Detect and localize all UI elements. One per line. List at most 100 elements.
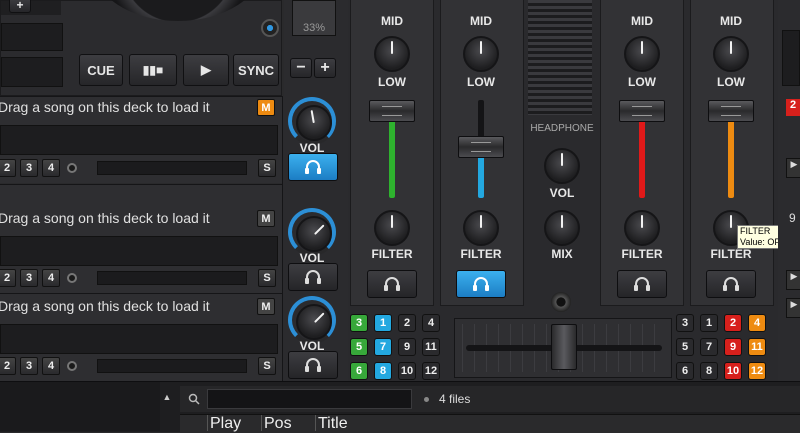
deck-3-cue-dot[interactable] bbox=[67, 361, 77, 371]
ch3-low-knob[interactable] bbox=[624, 36, 660, 72]
right-pad-1-4[interactable]: 4 bbox=[748, 314, 766, 332]
ch4-headphone-button[interactable] bbox=[706, 270, 756, 298]
deck-1-hotcue-3[interactable]: 3 bbox=[20, 159, 38, 177]
deck-2-hotcue-4[interactable]: 4 bbox=[42, 269, 60, 287]
deck-input-2[interactable] bbox=[1, 57, 63, 87]
deck-2-cue-dot[interactable] bbox=[67, 273, 77, 283]
right-edge-play-button[interactable]: ▶ bbox=[786, 158, 800, 178]
right-pad-2-1[interactable]: 5 bbox=[676, 338, 694, 356]
ch2-low-knob[interactable] bbox=[463, 36, 499, 72]
ch2-filter-knob[interactable] bbox=[463, 210, 499, 246]
deck-1-cue-dot[interactable] bbox=[67, 163, 77, 173]
deck-1-s-button[interactable]: S bbox=[258, 159, 276, 177]
deck-2-vol-knob[interactable] bbox=[288, 208, 336, 256]
column-header-pos[interactable]: Pos bbox=[261, 415, 316, 432]
left-pad-3-3[interactable]: 10 bbox=[398, 362, 416, 380]
deck-3-hotcue-3[interactable]: 3 bbox=[20, 357, 38, 375]
right-pad-2-3[interactable]: 9 bbox=[724, 338, 742, 356]
deck-1-vol-knob[interactable] bbox=[288, 97, 336, 145]
deck-2-s-button[interactable]: S bbox=[258, 269, 276, 287]
play-button[interactable]: ▶ bbox=[183, 54, 229, 86]
ch3-fader-handle[interactable] bbox=[619, 100, 665, 122]
ch1-headphone-button[interactable] bbox=[367, 270, 417, 298]
search-icon[interactable] bbox=[188, 392, 200, 405]
deck-2-headphone-button[interactable] bbox=[288, 263, 338, 291]
left-pad-2-3[interactable]: 9 bbox=[398, 338, 416, 356]
ch1-fader-handle[interactable] bbox=[369, 100, 415, 122]
ch1-filter-knob[interactable] bbox=[374, 210, 410, 246]
headphone-mix-knob[interactable] bbox=[544, 210, 580, 246]
deck-1-m-button[interactable]: M bbox=[257, 99, 275, 116]
right-pad-1-1[interactable]: 3 bbox=[676, 314, 694, 332]
right-pad-2-2[interactable]: 7 bbox=[700, 338, 718, 356]
column-header-play[interactable]: Play bbox=[207, 415, 262, 432]
left-pad-1-4[interactable]: 4 bbox=[422, 314, 440, 332]
ch2-fader-handle[interactable] bbox=[458, 136, 504, 158]
left-pad-1-1[interactable]: 3 bbox=[350, 314, 368, 332]
ch1-low-knob[interactable] bbox=[374, 36, 410, 72]
ch4-fader-handle[interactable] bbox=[708, 100, 754, 122]
right-pad-3-1[interactable]: 6 bbox=[676, 362, 694, 380]
deck-2-hotcue-3[interactable]: 3 bbox=[20, 269, 38, 287]
ch2-filter-label: FILTER bbox=[460, 247, 502, 261]
deck-3-waveform[interactable] bbox=[0, 324, 278, 354]
deck-1-waveform[interactable] bbox=[0, 125, 278, 155]
ch3-headphone-button[interactable] bbox=[617, 270, 667, 298]
deck-1-hotcue-4[interactable]: 4 bbox=[42, 159, 60, 177]
left-pad-3-4[interactable]: 12 bbox=[422, 362, 440, 380]
deck-1-seek-bar[interactable] bbox=[97, 161, 247, 175]
deck-1-headphone-button[interactable] bbox=[288, 153, 338, 181]
deck-3-hotcue-2[interactable]: 2 bbox=[0, 357, 16, 375]
scroll-up-icon[interactable]: ▲ bbox=[160, 392, 174, 404]
left-pad-3-1[interactable]: 6 bbox=[350, 362, 368, 380]
ch2-fader-level bbox=[478, 155, 484, 198]
deck-3-seek-bar[interactable] bbox=[97, 359, 247, 373]
sync-button[interactable]: SYNC bbox=[233, 54, 279, 86]
deck-2-waveform[interactable] bbox=[0, 236, 278, 266]
ch4-mid-label: MID bbox=[720, 14, 742, 28]
pitch-plus-button[interactable]: + bbox=[314, 58, 336, 78]
deck-2-seek-bar[interactable] bbox=[97, 271, 247, 285]
right-pad-3-2[interactable]: 8 bbox=[700, 362, 718, 380]
right-edge-play-button-3[interactable]: ▶ bbox=[786, 298, 800, 318]
add-button[interactable]: + bbox=[9, 0, 31, 13]
cue-button[interactable]: CUE bbox=[79, 54, 123, 86]
right-pad-3-4[interactable]: 12 bbox=[748, 362, 766, 380]
headphone-vol-label: VOL bbox=[549, 186, 575, 200]
column-header-title[interactable]: Title bbox=[315, 415, 518, 432]
ch3-filter-knob[interactable] bbox=[624, 210, 660, 246]
ch2-headphone-button[interactable] bbox=[456, 270, 506, 298]
ch4-low-knob[interactable] bbox=[713, 36, 749, 72]
right-pad-3-3[interactable]: 10 bbox=[724, 362, 742, 380]
left-pad-3-2[interactable]: 8 bbox=[374, 362, 392, 380]
play-pause-button[interactable]: ▮▮■ bbox=[129, 54, 177, 86]
file-count: 4 files bbox=[439, 392, 471, 406]
deck-3-m-button[interactable]: M bbox=[257, 298, 275, 315]
right-edge-tab[interactable]: 2 bbox=[786, 99, 800, 116]
crossfader-handle[interactable] bbox=[551, 324, 577, 370]
left-pad-2-1[interactable]: 5 bbox=[350, 338, 368, 356]
deck-3-vol-knob[interactable] bbox=[288, 296, 336, 344]
deck-2-hotcue-2[interactable]: 2 bbox=[0, 269, 16, 287]
master-jack[interactable] bbox=[551, 292, 571, 312]
deck-3-s-button[interactable]: S bbox=[258, 357, 276, 375]
right-pad-1-2[interactable]: 1 bbox=[700, 314, 718, 332]
deck-1-hotcue-2[interactable]: 2 bbox=[0, 159, 16, 177]
ch3-low-label: LOW bbox=[628, 75, 656, 89]
right-pad-1-3[interactable]: 2 bbox=[724, 314, 742, 332]
deck-3-headphone-button[interactable] bbox=[288, 351, 338, 379]
search-input[interactable] bbox=[207, 389, 412, 409]
pitch-minus-button[interactable]: − bbox=[290, 58, 312, 78]
headphone-vol-knob[interactable] bbox=[544, 148, 580, 184]
left-pad-1-3[interactable]: 2 bbox=[398, 314, 416, 332]
deck-2-m-button[interactable]: M bbox=[257, 210, 275, 227]
platter-dot[interactable] bbox=[261, 19, 279, 37]
left-pad-2-2[interactable]: 7 bbox=[374, 338, 392, 356]
deck-3-hotcue-4[interactable]: 4 bbox=[42, 357, 60, 375]
left-pad-1-2[interactable]: 1 bbox=[374, 314, 392, 332]
left-pad-2-4[interactable]: 11 bbox=[422, 338, 440, 356]
jog-wheel[interactable] bbox=[93, 0, 263, 21]
deck-input-1[interactable] bbox=[1, 23, 63, 51]
right-edge-play-button-2[interactable]: ▶ bbox=[786, 270, 800, 290]
right-pad-2-4[interactable]: 11 bbox=[748, 338, 766, 356]
